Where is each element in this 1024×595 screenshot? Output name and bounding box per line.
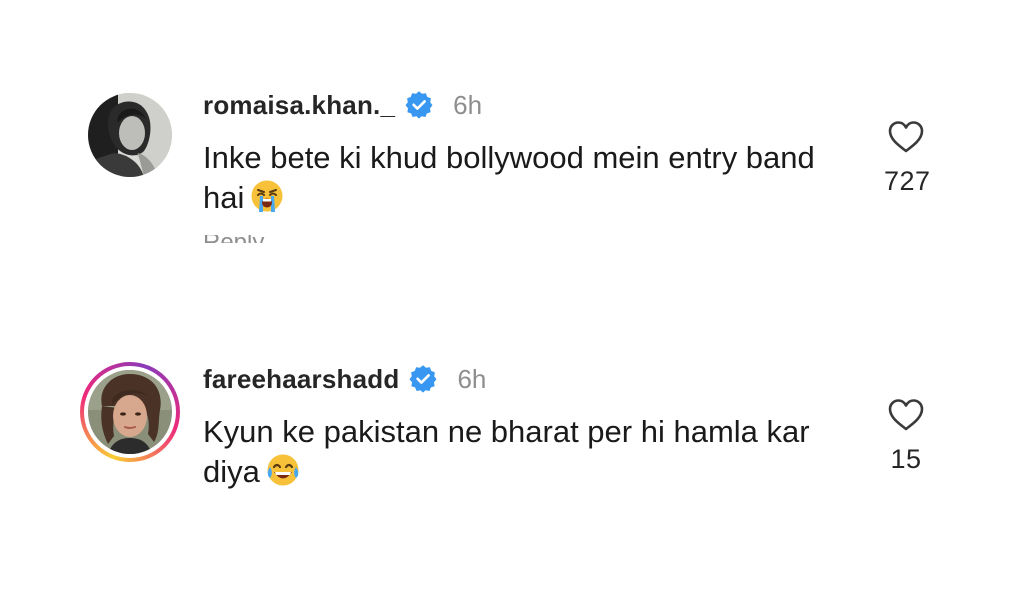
comments-list: romaisa.khan._ 6h Inke bete ki khud boll… [0, 0, 1024, 595]
avatar[interactable] [88, 93, 172, 177]
comment-time: 6h [457, 363, 487, 394]
username[interactable]: fareehaarshadd [203, 364, 399, 395]
like-count: 15 [890, 444, 922, 474]
face-with-tears-of-joy-icon [267, 454, 299, 486]
like-count: 727 [884, 166, 931, 196]
comment-header: romaisa.khan._ 6h [203, 88, 482, 122]
like-control: 15 [884, 398, 928, 475]
comment-text: Kyun ke pakistan ne bharat per hi hamla … [203, 412, 823, 492]
verified-badge-icon [409, 365, 437, 393]
verified-badge-icon [405, 91, 433, 119]
avatar-fareeha-image [88, 370, 172, 454]
like-control: 727 [884, 120, 931, 197]
avatar[interactable] [80, 362, 180, 462]
avatar-image-wrap [88, 370, 172, 454]
comment-time: 6h [453, 89, 483, 120]
loudly-crying-face-icon [251, 180, 283, 212]
reply-button[interactable]: Reply [203, 235, 273, 243]
reply-label: Reply [203, 235, 273, 243]
heart-icon[interactable] [887, 398, 925, 432]
heart-icon[interactable] [887, 120, 925, 154]
comment-text: Inke bete ki khud bollywood mein entry b… [203, 138, 823, 218]
username[interactable]: romaisa.khan._ [203, 90, 395, 121]
avatar-romaisa-image [88, 93, 172, 177]
comment-body: Inke bete ki khud bollywood mein entry b… [203, 140, 815, 215]
comment-header: fareehaarshadd 6h [203, 362, 486, 396]
